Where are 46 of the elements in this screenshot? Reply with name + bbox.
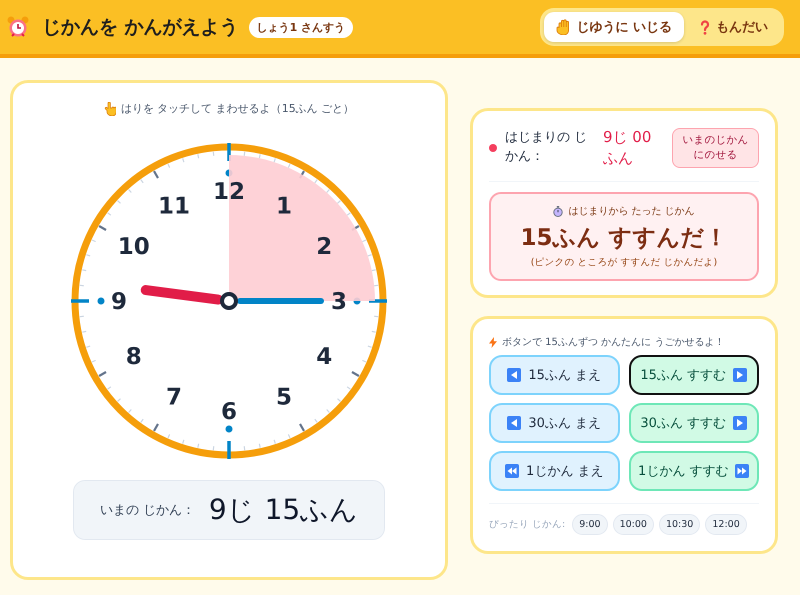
clock-number: 9 [111,289,127,315]
step-button[interactable]: 15ふん まえ [489,355,620,395]
clock-number: 5 [276,384,292,410]
current-time-value: 9じ 15ふん [208,492,358,528]
preset-time-button[interactable]: 9:00 [572,514,608,535]
preset-time-button[interactable]: 10:30 [658,514,700,535]
app-title: じかんを かんがえよう [42,15,239,40]
set-start-button[interactable]: いまのじかんにのせる [672,128,759,168]
start-dot [489,144,497,152]
alarm-clock-icon [6,15,30,39]
start-time-value: 9じ 00ふん [602,127,652,169]
clock-number: 8 [126,344,142,370]
stopwatch-icon [553,206,564,216]
clock-number: 10 [118,234,150,260]
hour-hand[interactable] [140,285,224,305]
current-time-label: いまの じかん： [100,502,195,519]
step-button[interactable]: 1じかん まえ [489,451,620,491]
lightning-icon [489,336,497,348]
preset-time-button[interactable]: 10:00 [612,514,654,535]
clock-hint: はりを タッチして まわせるよ（15ふん ごと） [120,101,354,116]
clock-number: 11 [158,194,190,220]
center-pin [220,292,238,310]
hand-icon [556,19,570,35]
mode-tab[interactable]: じゆうに いじる [544,12,684,42]
elapsed-note: (ピンクの ところが すすんだ じかんだよ) [530,256,718,269]
step-button[interactable]: 1じかん すすむ [628,451,759,491]
elapsed-caption: はじまりから たった じかん [568,205,695,218]
mode-tab[interactable]: もんだい [688,12,780,42]
grade-badge: しょう1 さんすう [248,16,354,38]
clock-number: 7 [166,384,182,410]
clock-number: 2 [316,234,332,260]
step-button[interactable]: 30ふん すすむ [628,403,759,443]
preset-time-button[interactable]: 12:00 [705,514,747,535]
step-button[interactable]: 15ふん すすむ [628,355,759,395]
pointing-hand-icon [104,102,116,116]
clock-number: 6 [221,399,237,425]
clock-number: 12 [213,179,245,205]
clock-number: 1 [276,194,292,220]
clock-number: 3 [331,289,347,315]
question-icon [700,20,710,34]
elapsed-time: 15ふん すすんだ！ [520,224,728,253]
clock-number: 4 [316,344,332,370]
presets-label: ぴったり じかん: [489,518,566,531]
step-button[interactable]: 30ふん まえ [489,403,620,443]
start-time-label: はじまりの じかん： [505,129,588,166]
controls-hint: ボタンで 15ふんずつ かんたんに うごかせるよ！ [502,336,724,349]
